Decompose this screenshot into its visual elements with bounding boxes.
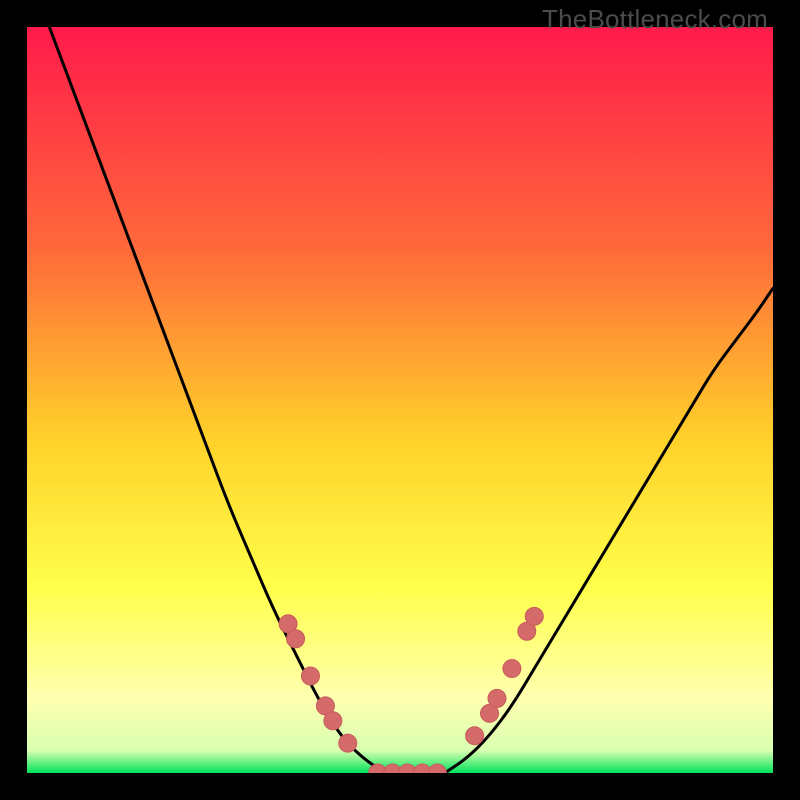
- data-marker: [525, 607, 543, 625]
- data-marker: [488, 689, 506, 707]
- data-marker: [466, 727, 484, 745]
- watermark-text: TheBottleneck.com: [542, 4, 768, 35]
- data-marker: [324, 712, 342, 730]
- data-marker: [339, 734, 357, 752]
- data-marker: [301, 667, 319, 685]
- data-marker: [287, 630, 305, 648]
- bottleneck-chart: [27, 27, 773, 773]
- chart-frame: TheBottleneck.com: [0, 0, 800, 800]
- gradient-background: [27, 27, 773, 773]
- data-marker: [503, 660, 521, 678]
- plot-area: [27, 27, 773, 773]
